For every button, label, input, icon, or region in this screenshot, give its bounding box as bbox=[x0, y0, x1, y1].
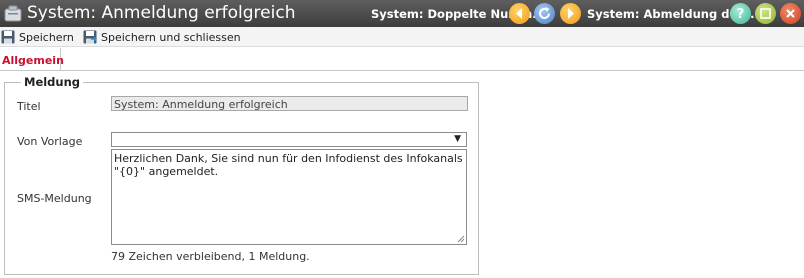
app-icon bbox=[4, 5, 22, 22]
sms-textarea[interactable]: Herzlichen Dank, Sie sind nun für den In… bbox=[111, 149, 467, 245]
maximize-icon bbox=[760, 8, 771, 19]
titel-label: Titel bbox=[17, 100, 41, 113]
character-counter: 79 Zeichen verbleibend, 1 Meldung. bbox=[111, 250, 310, 263]
save-and-close-button[interactable]: Speichern und schliessen bbox=[83, 30, 241, 45]
vorlage-select[interactable]: ▼ bbox=[111, 132, 467, 147]
titel-value: System: Anmeldung erfolgreich bbox=[114, 98, 288, 111]
help-button[interactable]: ? bbox=[730, 3, 751, 24]
meldung-group: Meldung Titel System: Anmeldung erfolgre… bbox=[4, 75, 479, 275]
refresh-button[interactable] bbox=[534, 3, 555, 24]
svg-text:?: ? bbox=[737, 7, 745, 22]
sms-text: Herzlichen Dank, Sie sind nun für den In… bbox=[114, 152, 463, 178]
tab-allgemein[interactable]: Allgemein bbox=[0, 48, 64, 71]
next-record-button[interactable] bbox=[560, 3, 581, 24]
save-and-close-label: Speichern und schliessen bbox=[101, 31, 241, 44]
close-icon bbox=[786, 9, 795, 18]
save-icon bbox=[1, 30, 15, 44]
save-close-icon bbox=[83, 30, 97, 44]
resize-grip-icon[interactable] bbox=[457, 235, 465, 243]
prev-icon bbox=[516, 8, 522, 19]
vorlage-label: Von Vorlage bbox=[17, 135, 83, 148]
window-titlebar: System: Anmeldung erfolgreich System: Do… bbox=[0, 0, 804, 27]
group-legend: Meldung bbox=[21, 75, 84, 89]
tab-bar: Allgemein bbox=[0, 48, 804, 71]
save-button[interactable]: Speichern bbox=[1, 30, 74, 45]
next-icon bbox=[568, 8, 574, 19]
refresh-icon bbox=[539, 7, 550, 19]
prev-record-button[interactable] bbox=[509, 3, 530, 24]
dropdown-arrow-icon: ▼ bbox=[454, 134, 461, 144]
help-icon: ? bbox=[737, 7, 745, 22]
save-label: Speichern bbox=[19, 31, 74, 44]
titel-field[interactable]: System: Anmeldung erfolgreich bbox=[111, 96, 468, 111]
close-button[interactable] bbox=[780, 3, 801, 24]
toolbar: Speichern Speichern und schliessen bbox=[0, 27, 804, 47]
maximize-button[interactable] bbox=[755, 3, 776, 24]
tab-allgemein-label: Allgemein bbox=[2, 54, 64, 67]
sms-label: SMS-Meldung bbox=[17, 192, 92, 205]
window-title: System: Anmeldung erfolgreich bbox=[27, 3, 296, 23]
